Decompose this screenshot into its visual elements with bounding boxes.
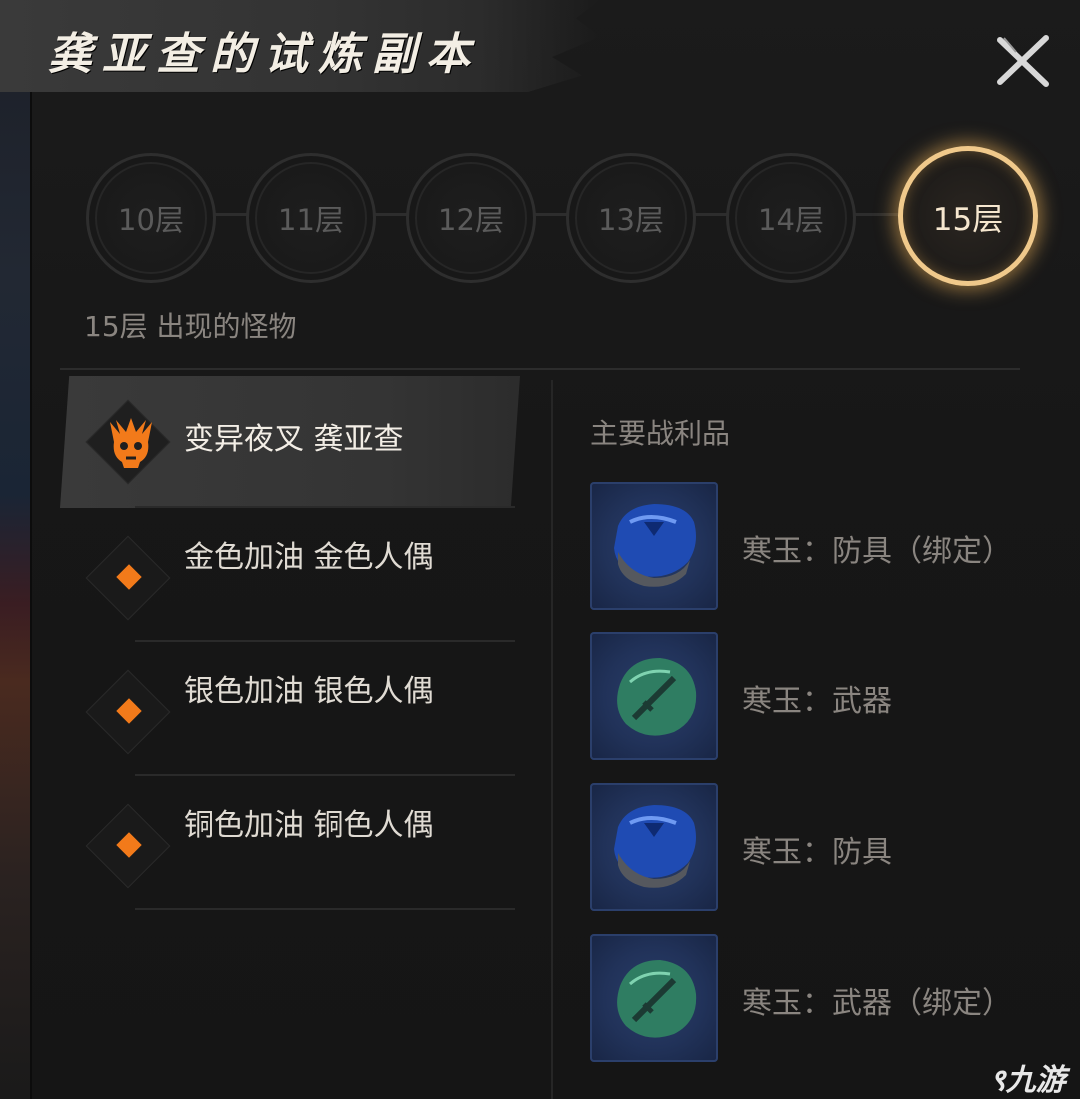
close-button[interactable]: [992, 30, 1054, 92]
watermark-text: 九游: [1005, 1063, 1066, 1098]
row-divider: [135, 506, 515, 508]
monster-item-silver-puppet[interactable]: 银色加油 银色人偶: [60, 644, 520, 774]
close-icon: [997, 35, 1049, 87]
page-title: 龚亚查的试炼副本: [48, 29, 480, 80]
divider: [60, 368, 1020, 370]
row-divider: [135, 908, 515, 910]
demon-skull-icon: [110, 418, 152, 468]
floor-label: 11层: [278, 203, 344, 237]
floor-label: 10层: [118, 203, 184, 237]
floor-label: 15层: [932, 201, 1004, 238]
loot-name: 寒玉：防具（绑定）: [742, 534, 1012, 569]
floor-11-button[interactable]: 11层: [246, 153, 376, 283]
loot-item[interactable]: 寒玉：武器: [590, 632, 1030, 760]
floor-label: 12层: [438, 203, 504, 237]
monster-item-gold-puppet[interactable]: 金色加油 金色人偶: [60, 510, 520, 640]
column-divider: [551, 380, 553, 1099]
row-divider: [135, 774, 515, 776]
monster-name: 铜色加油 铜色人偶: [184, 808, 434, 843]
item-slot: [590, 632, 718, 760]
blue-jade-armor-icon: [614, 805, 696, 888]
loot-item[interactable]: 寒玉：防具（绑定）: [590, 482, 1030, 610]
monster-item-boss[interactable]: 变异夜叉 龚亚查: [60, 376, 520, 508]
green-jade-weapon-icon: [617, 960, 697, 1038]
floor-14-button[interactable]: 14层: [726, 153, 856, 283]
loot-name: 寒玉：武器（绑定）: [742, 986, 1012, 1021]
monster-name: 变异夜叉 龚亚查: [184, 422, 404, 457]
loot-name: 寒玉：防具: [742, 835, 892, 870]
monster-item-bronze-puppet[interactable]: 铜色加油 铜色人偶: [60, 778, 520, 908]
floor-15-button[interactable]: 15层: [898, 146, 1038, 286]
item-slot: [590, 934, 718, 1062]
item-slot: [590, 783, 718, 911]
watermark: ९九游: [990, 1055, 1066, 1099]
floor-label: 13层: [598, 203, 664, 237]
row-divider: [135, 640, 515, 642]
monster-name: 金色加油 金色人偶: [184, 540, 434, 575]
floor-13-button[interactable]: 13层: [566, 153, 696, 283]
item-slot: [590, 482, 718, 610]
loot-item[interactable]: 寒玉：武器（绑定）: [590, 934, 1030, 1062]
monsters-section-title: 15层 出现的怪物: [84, 310, 297, 343]
loot-item[interactable]: 寒玉：防具: [590, 783, 1030, 911]
loot-name: 寒玉：武器: [742, 684, 892, 719]
nine-game-logo-icon: ९: [990, 1063, 1006, 1098]
blue-jade-armor-icon: [614, 504, 696, 587]
monster-name: 银色加油 银色人偶: [184, 674, 434, 709]
floor-12-button[interactable]: 12层: [406, 153, 536, 283]
background-artwork: [0, 0, 30, 1099]
green-jade-weapon-icon: [617, 658, 697, 736]
floor-10-button[interactable]: 10层: [86, 153, 216, 283]
loot-section-title: 主要战利品: [590, 417, 731, 450]
floor-label: 14层: [758, 203, 824, 237]
